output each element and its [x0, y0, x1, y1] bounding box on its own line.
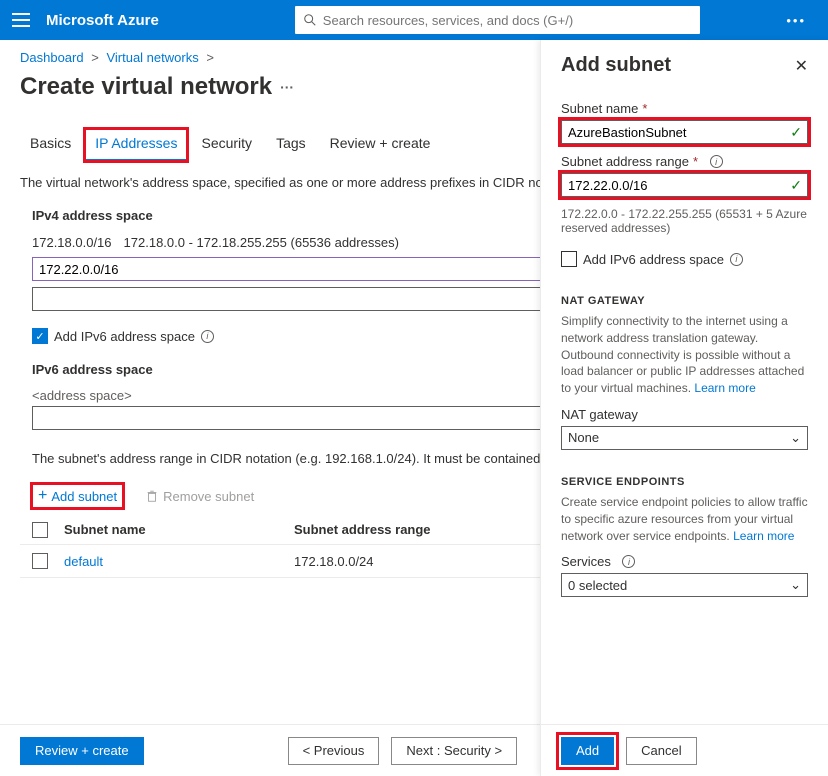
ipv6-checkbox-label: Add IPv6 address space — [54, 329, 195, 344]
svc-description: Create service endpoint policies to allo… — [561, 494, 808, 544]
info-icon[interactable]: i — [710, 155, 723, 168]
nat-gateway-dropdown[interactable]: None ⌄ — [561, 426, 808, 450]
chevron-down-icon: ⌄ — [790, 430, 801, 446]
subnet-name-label: Subnet name* — [561, 101, 808, 116]
checkbox-checked-icon: ✓ — [32, 328, 48, 344]
svc-section-head: SERVICE ENDPOINTS — [561, 476, 808, 488]
ipv4-range: 172.18.0.0 - 172.18.255.255 (65536 addre… — [124, 235, 399, 250]
tab-review-create[interactable]: Review + create — [320, 129, 441, 161]
brand-label: Microsoft Azure — [46, 12, 159, 29]
nat-gateway-value: None — [568, 430, 599, 445]
chevron-down-icon: ⌄ — [790, 577, 801, 593]
tab-basics[interactable]: Basics — [20, 129, 81, 161]
top-bar: Microsoft Azure ••• — [0, 0, 828, 40]
chevron-right-icon: > — [91, 50, 99, 65]
breadcrumb-vnets[interactable]: Virtual networks — [106, 50, 198, 65]
tab-ip-addresses[interactable]: IP Addresses — [85, 129, 187, 161]
panel-title: Add subnet — [561, 54, 671, 77]
remove-subnet-button[interactable]: Remove subnet — [139, 485, 260, 508]
check-icon: ✓ — [790, 177, 802, 194]
search-icon — [303, 13, 317, 27]
previous-button[interactable]: < Previous — [288, 737, 380, 765]
services-value: 0 selected — [568, 578, 627, 593]
subnet-range-helper: 172.22.0.0 - 172.22.255.255 (65531 + 5 A… — [561, 207, 808, 235]
search-input[interactable] — [323, 13, 692, 28]
ipv6-placeholder-text: <address space> — [32, 388, 132, 403]
page-title-text: Create virtual network — [20, 73, 272, 101]
nat-section-head: NAT GATEWAY — [561, 295, 808, 307]
next-button[interactable]: Next : Security > — [391, 737, 517, 765]
trash-icon — [145, 489, 159, 503]
panel-footer: Add Cancel — [541, 724, 828, 776]
chevron-right-icon: > — [206, 50, 214, 65]
plus-icon: + — [38, 488, 47, 504]
check-icon: ✓ — [790, 124, 802, 141]
nat-description: Simplify connectivity to the internet us… — [561, 313, 808, 397]
close-icon[interactable]: ✕ — [795, 56, 808, 76]
info-icon[interactable]: i — [201, 330, 214, 343]
cancel-button[interactable]: Cancel — [626, 737, 696, 765]
add-subnet-label: Add subnet — [51, 489, 117, 504]
col-subnet-name: Subnet name — [64, 522, 294, 538]
select-all-checkbox[interactable] — [32, 522, 48, 538]
subnet-link-default[interactable]: default — [64, 554, 294, 569]
nat-learn-more-link[interactable]: Learn more — [694, 381, 755, 395]
services-dropdown[interactable]: 0 selected ⌄ — [561, 573, 808, 597]
subnet-range-label: Subnet address range* i — [561, 154, 808, 169]
review-create-button[interactable]: Review + create — [20, 737, 144, 765]
info-icon[interactable]: i — [730, 253, 743, 266]
row-checkbox[interactable] — [32, 553, 48, 569]
tab-security[interactable]: Security — [191, 129, 262, 161]
add-subnet-panel: Add subnet ✕ Subnet name* ✓ Subnet addre… — [540, 40, 828, 776]
info-icon[interactable]: i — [622, 555, 635, 568]
subnet-range-input[interactable] — [561, 173, 808, 197]
services-label: Services i — [561, 554, 808, 569]
add-button[interactable]: Add — [561, 737, 614, 765]
checkbox-empty-icon — [561, 251, 577, 267]
add-subnet-button[interactable]: + Add subnet — [32, 484, 123, 508]
breadcrumb-dashboard[interactable]: Dashboard — [20, 50, 84, 65]
panel-ipv6-checkbox[interactable]: Add IPv6 address space i — [561, 251, 808, 267]
nat-gateway-label: NAT gateway — [561, 407, 808, 422]
overflow-menu-icon[interactable]: ••• — [786, 13, 806, 28]
tab-tags[interactable]: Tags — [266, 129, 316, 161]
global-search[interactable] — [295, 6, 700, 34]
hamburger-icon[interactable] — [12, 13, 30, 27]
panel-ipv6-label: Add IPv6 address space — [583, 252, 724, 267]
svc-learn-more-link[interactable]: Learn more — [733, 529, 794, 543]
page-more-icon[interactable]: ··· — [280, 79, 294, 95]
subnet-name-input[interactable] — [561, 120, 808, 144]
remove-subnet-label: Remove subnet — [163, 489, 254, 504]
ipv4-cidr: 172.18.0.0/16 — [32, 235, 112, 250]
